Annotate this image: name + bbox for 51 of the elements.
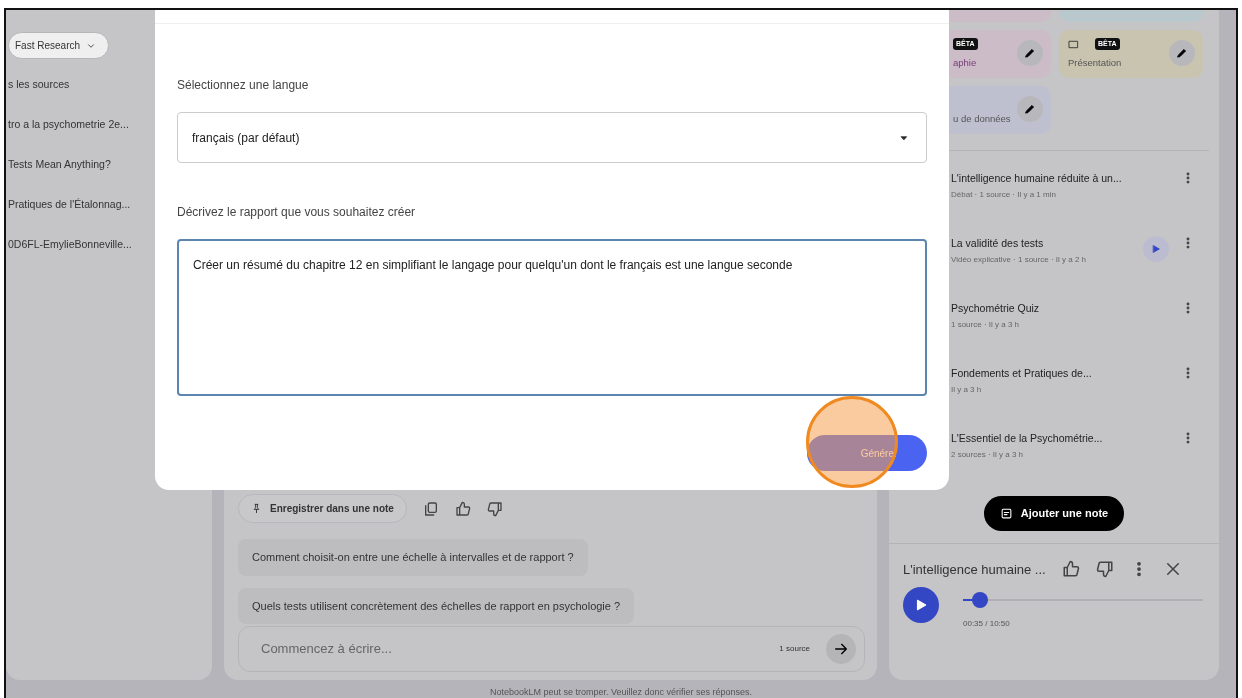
pencil-icon: [1024, 47, 1036, 59]
disclaimer-text: NotebookLM peut se tromper. Veuillez donc vérifier ses réponses.: [488, 686, 754, 698]
source-count: 1 source: [779, 643, 810, 655]
add-note-button[interactable]: Ajouter une note: [983, 496, 1125, 531]
thumbs-up-icon[interactable]: [454, 500, 471, 517]
arrow-right-icon: [833, 641, 849, 657]
thumbs-up-icon[interactable]: [1061, 560, 1080, 579]
research-mode-dropdown[interactable]: Fast Research: [8, 32, 110, 59]
note-title[interactable]: La validité des tests: [951, 236, 1087, 252]
chat-input-field[interactable]: Commencez à écrire... 1 source: [238, 626, 865, 672]
suggestion-chip[interactable]: Comment choisit-on entre une échelle à intervalles et de rapport ?: [238, 539, 588, 576]
source-item[interactable]: Tests Mean Anything?: [8, 153, 111, 177]
edit-button[interactable]: [1169, 40, 1195, 66]
pin-icon: [251, 503, 262, 514]
source-item[interactable]: Pratiques de l'Étalonnag...: [8, 193, 131, 217]
slider-thumb[interactable]: [971, 592, 988, 608]
source-item[interactable]: s les sources: [8, 73, 70, 97]
field-label: Décrivez le rapport que vous souhaitez créer: [177, 204, 417, 221]
note-title[interactable]: Fondements et Pratiques de...: [951, 366, 1092, 382]
pencil-icon: [1176, 47, 1188, 59]
field-label: Sélectionnez une langue: [177, 77, 310, 94]
edit-button[interactable]: [1017, 96, 1043, 122]
tile-label: Présentation: [1068, 56, 1123, 70]
pencil-icon: [1024, 103, 1036, 115]
play-button[interactable]: [903, 587, 939, 623]
slides-icon: [1068, 38, 1079, 50]
text-input[interactable]: Commencez à écrire...: [259, 638, 780, 660]
report-description-field[interactable]: Créer un résumé du chapitre 12 en simplifiant le langage pour quelqu'un dont le français est une langue seconde: [177, 239, 927, 396]
player-title: L'intelligence humaine ...: [903, 560, 1046, 579]
tile-label: aphie: [953, 56, 978, 70]
thumbs-down-icon[interactable]: [1095, 560, 1114, 579]
copy-icon[interactable]: [422, 500, 439, 517]
caret-down-icon: [900, 133, 908, 142]
thumbs-down-icon[interactable]: [486, 500, 503, 517]
playback-time: 00:35 / 10:50: [963, 618, 1011, 630]
save-to-note-button[interactable]: Enregistrer dans une note: [238, 494, 407, 523]
source-item[interactable]: 0D6FL-EmylieBonneville...: [8, 233, 132, 257]
note-title[interactable]: Psychométrie Quiz: [951, 301, 1040, 317]
edit-button[interactable]: [1017, 40, 1043, 66]
tile-label: u de données: [953, 112, 1012, 126]
send-button[interactable]: [826, 634, 856, 664]
play-button[interactable]: [1143, 236, 1169, 262]
language-select[interactable]: français (par défaut): [177, 112, 927, 163]
note-title[interactable]: L'Essentiel de la Psychométrie...: [951, 431, 1103, 447]
note-icon: [999, 506, 1013, 520]
source-item[interactable]: tro a la psychometrie 2e...: [8, 113, 129, 137]
play-icon: [914, 598, 928, 612]
note-title[interactable]: L'intelligence humaine réduite à un...: [951, 171, 1122, 187]
suggestion-chip[interactable]: Quels tests utilisent concrètement des échelles de rapport en psychologie ?: [238, 587, 635, 624]
note-meta: Débat · 1 source · Il y a 1 min: [951, 188, 1057, 201]
play-icon: [1151, 244, 1161, 254]
